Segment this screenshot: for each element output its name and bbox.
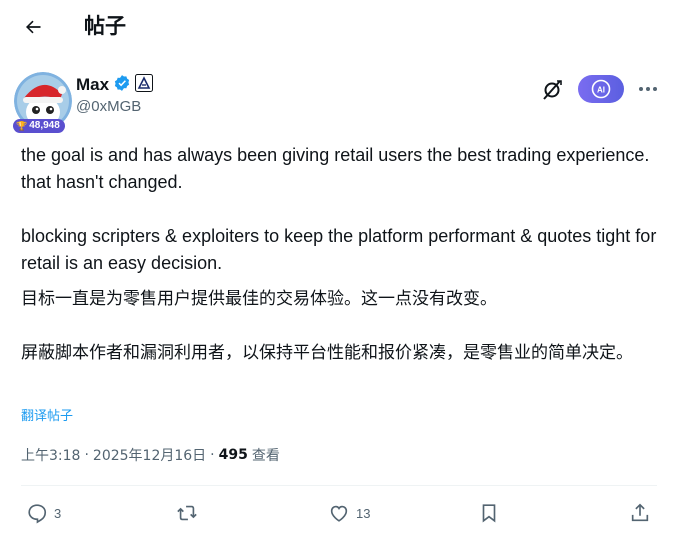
author-display-name[interactable]: Max (76, 75, 109, 95)
page-title: 帖子 (84, 14, 126, 38)
meta-separator: · (84, 447, 89, 463)
reply-icon (28, 504, 47, 524)
follower-badge: 🏆 48,948 (13, 119, 65, 133)
repost-icon (177, 505, 197, 521)
action-bar: 3 13 (0, 497, 675, 529)
tweet-cn-paragraph-2: 屏蔽脚本作者和漏洞利用者，以保持平台性能和报价紧凑，是零售业的简单决定。 (21, 343, 633, 363)
tweet-cn-paragraph-1: 目标一直是为零售用户提供最佳的交易体验。这一点没有改变。 (21, 289, 497, 309)
tweet-meta: 上午3:18 · 2025年12月16日 · 495 查看 (21, 445, 280, 465)
reply-button[interactable]: 3 (26, 497, 61, 529)
tweet-paragraph-2: blocking scripters & exploiters to keep … (21, 226, 657, 273)
translate-post-link[interactable]: 翻译帖子 (21, 405, 73, 424)
ai-button[interactable]: AI (578, 75, 624, 103)
top-bar: 帖子 (0, 0, 675, 53)
tweet-date[interactable]: 2025年12月16日 (93, 445, 206, 465)
share-icon (631, 503, 649, 522)
back-arrow-icon[interactable] (18, 12, 48, 42)
views-label: 查看 (251, 448, 280, 464)
like-button[interactable]: 13 (328, 497, 370, 529)
divider (21, 485, 657, 486)
bookmark-icon (482, 504, 496, 523)
verified-badge-icon (113, 74, 131, 97)
like-count: 13 (356, 505, 371, 521)
repost-button[interactable] (176, 497, 198, 529)
tweet-time[interactable]: 上午3:18 (21, 445, 80, 465)
tweet-paragraph-1: the goal is and has always been giving r… (21, 145, 650, 192)
bookmark-button[interactable] (478, 497, 500, 529)
author-name-row: Max (76, 73, 154, 97)
more-options-icon[interactable] (636, 78, 660, 100)
badge-count-value: 48,948 (29, 120, 60, 131)
trophy-icon: 🏆 (16, 121, 28, 131)
affiliate-logo-icon[interactable] (135, 73, 154, 97)
author-handle[interactable]: @0xMGB (76, 98, 141, 115)
ai-button-label: AI (597, 86, 605, 95)
heart-icon (330, 505, 348, 522)
views-count: 495 (218, 447, 248, 463)
share-button[interactable] (629, 497, 651, 529)
reply-count: 3 (54, 505, 62, 521)
meta-separator: · (210, 447, 215, 463)
grok-icon[interactable] (540, 78, 564, 102)
